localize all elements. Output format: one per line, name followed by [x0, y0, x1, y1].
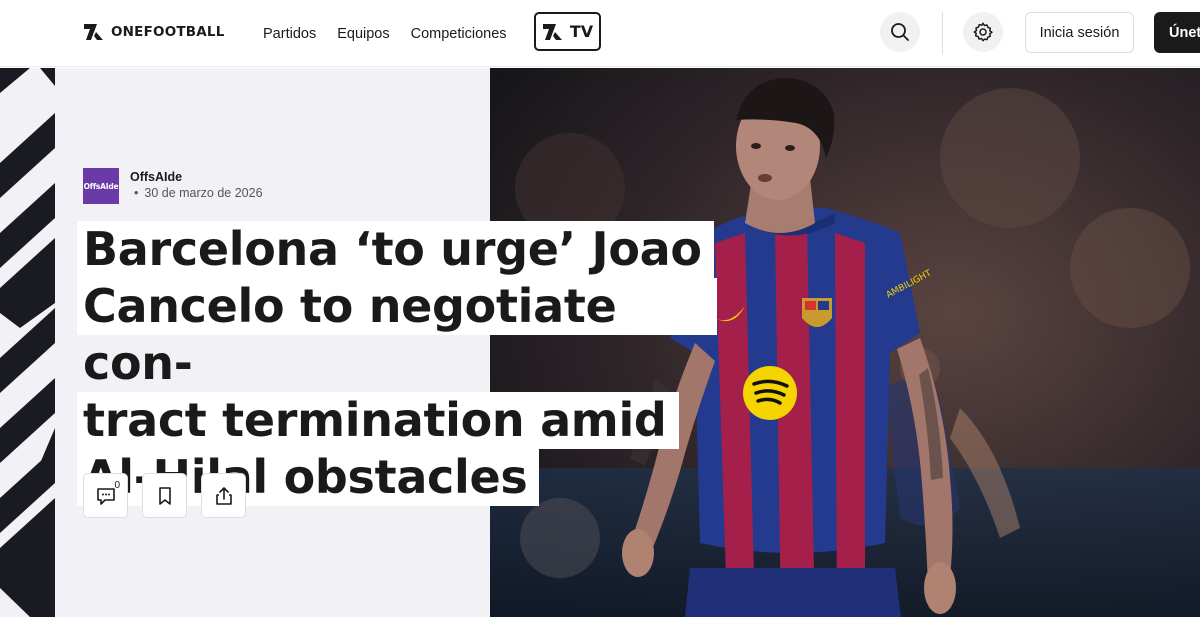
publish-date: • 30 de marzo de 2026 — [134, 186, 263, 200]
headline-line: Barcelona ‘to urge’ Joao — [77, 221, 714, 278]
join-button[interactable]: Únete — [1154, 12, 1200, 53]
bookmark-icon — [158, 486, 171, 505]
article-hero: AMBILIGHT OffsAIde OffsAIde • 30 de marzo… — [0, 68, 1200, 617]
onefootball-tv-button[interactable]: TV — [534, 12, 601, 51]
search-icon — [891, 23, 909, 41]
source-name[interactable]: OffsAIde — [130, 170, 263, 184]
nav-divider — [942, 12, 943, 54]
source-logo: OffsAIde — [83, 168, 119, 204]
settings-button[interactable] — [963, 12, 1003, 52]
article-actions: 0 — [83, 473, 246, 518]
share-button[interactable] — [201, 473, 246, 518]
onefootball-mark-icon — [542, 23, 562, 40]
comment-count: 0 — [114, 480, 120, 491]
onefootball-mark-icon — [84, 24, 103, 40]
publish-date-text: 30 de marzo de 2026 — [144, 186, 263, 200]
headline-line: Cancelo to negotiate con- — [77, 278, 717, 390]
nav-link-equipos[interactable]: Equipos — [337, 26, 389, 42]
gear-icon — [973, 22, 993, 42]
source-meta: OffsAIde • 30 de marzo de 2026 — [130, 168, 263, 204]
article-source[interactable]: OffsAIde OffsAIde • 30 de marzo de 2026 — [83, 168, 263, 204]
brand-wordmark: ONEFOOTBALL — [111, 24, 225, 40]
top-navigation-bar: ONEFOOTBALL Partidos Equipos Competicion… — [0, 0, 1200, 67]
headline-line: tract termination amid — [77, 392, 679, 449]
nav-link-partidos[interactable]: Partidos — [263, 26, 316, 42]
comment-icon — [96, 487, 115, 505]
main-nav: Partidos Equipos Competiciones — [263, 0, 507, 67]
share-icon — [215, 486, 232, 505]
nav-link-competiciones[interactable]: Competiciones — [411, 26, 507, 42]
article-headline: Barcelona ‘to urge’ Joao Cancelo to nego… — [77, 221, 717, 506]
comments-button[interactable]: 0 — [83, 473, 128, 518]
search-button[interactable] — [880, 12, 920, 52]
tv-label: TV — [569, 22, 594, 41]
login-button[interactable]: Inicia sesión — [1025, 12, 1134, 53]
onefootball-logo[interactable]: ONEFOOTBALL — [83, 21, 225, 43]
decorative-stripes — [0, 68, 55, 617]
bookmark-button[interactable] — [142, 473, 187, 518]
